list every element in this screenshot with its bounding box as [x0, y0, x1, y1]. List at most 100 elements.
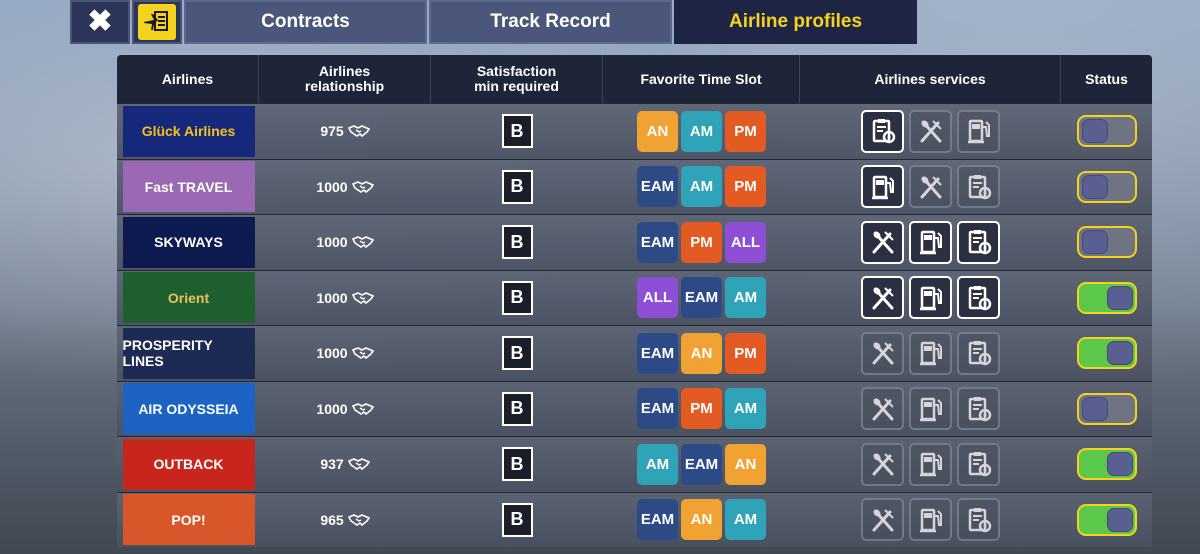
time-slot-badge: PM: [725, 332, 766, 374]
relationship-cell: 937: [259, 437, 431, 492]
table-row: POP! 965 B EAM AN AM: [117, 491, 1152, 548]
time-slot-badge: EAM: [637, 388, 678, 430]
airline-logo[interactable]: AIR ODYSSEIA: [122, 383, 255, 435]
fork-knife-icon: [917, 172, 945, 202]
clipboard-icon: [965, 394, 993, 424]
service-fuel-pump-button[interactable]: [909, 498, 952, 542]
service-clipboard-button[interactable]: [957, 220, 1000, 264]
airline-name: OUTBACK: [153, 456, 224, 473]
schedule-button[interactable]: [132, 0, 182, 44]
service-fork-knife-button[interactable]: [909, 109, 952, 153]
airline-logo[interactable]: Fast TRAVEL: [122, 161, 255, 213]
status-toggle[interactable]: [1076, 281, 1137, 314]
airline-logo[interactable]: Glück Airlines: [122, 105, 255, 157]
satisfaction-grade: B: [501, 280, 533, 315]
service-clipboard-button[interactable]: [957, 276, 1000, 320]
service-fuel-pump-button[interactable]: [909, 387, 952, 431]
status-toggle[interactable]: [1076, 115, 1137, 148]
header-services: Airlines services: [800, 55, 1061, 103]
header-time-slot: Favorite Time Slot: [603, 55, 800, 103]
airline-logo[interactable]: PROSPERITY LINES: [122, 327, 255, 379]
fork-knife-icon: [869, 338, 897, 368]
time-slot-badge: PM: [681, 388, 722, 430]
service-fuel-pump-button[interactable]: [909, 276, 952, 320]
status-toggle[interactable]: [1076, 337, 1137, 370]
close-button[interactable]: ✖: [70, 0, 130, 44]
service-fuel-pump-button[interactable]: [957, 109, 1000, 153]
table-row: OUTBACK 937 B AM EAM AN: [117, 436, 1152, 492]
time-slot-badge: PM: [725, 110, 766, 152]
time-slot-cell: EAM PM AM: [603, 382, 800, 437]
relationship-value: 1000: [316, 400, 348, 417]
time-slot-badge: EAM: [637, 332, 678, 374]
table-row: PROSPERITY LINES 1000 B EAM AN PM: [117, 325, 1152, 381]
satisfaction-cell: B: [431, 382, 603, 437]
airline-logo[interactable]: Orient: [122, 272, 255, 324]
service-clipboard-button[interactable]: [957, 165, 1000, 209]
service-fuel-pump-button[interactable]: [909, 442, 952, 486]
service-fork-knife-button[interactable]: [861, 220, 904, 264]
satisfaction-grade: B: [501, 447, 533, 482]
status-toggle[interactable]: [1076, 392, 1137, 425]
relationship-cell: 965: [259, 493, 431, 548]
service-clipboard-button[interactable]: [957, 442, 1000, 486]
airline-name: Orient: [167, 289, 210, 306]
status-toggle[interactable]: [1076, 170, 1137, 203]
satisfaction-grade: B: [501, 225, 533, 260]
time-slot-cell: ALL EAM AM: [603, 271, 800, 326]
tab-track-record[interactable]: Track Record: [429, 0, 672, 44]
fork-knife-icon: [917, 116, 945, 146]
service-fuel-pump-button[interactable]: [861, 165, 904, 209]
status-cell: [1061, 326, 1152, 381]
service-fork-knife-button[interactable]: [861, 276, 904, 320]
status-toggle[interactable]: [1076, 226, 1137, 259]
time-slot-cell: EAM AN PM: [603, 326, 800, 381]
satisfaction-grade: B: [501, 114, 533, 149]
airline-logo[interactable]: POP!: [122, 494, 255, 546]
service-clipboard-button[interactable]: [957, 387, 1000, 431]
time-slot-badge: AM: [725, 277, 766, 319]
toggle-knob: [1081, 230, 1108, 255]
service-fork-knife-button[interactable]: [909, 165, 952, 209]
relationship-cell: 1000: [259, 326, 431, 381]
fork-knife-icon: [869, 283, 897, 313]
status-toggle[interactable]: [1076, 448, 1137, 481]
toggle-knob: [1081, 396, 1108, 421]
service-fork-knife-button[interactable]: [861, 498, 904, 542]
tab-airline-profiles[interactable]: Airline profiles: [674, 0, 917, 44]
service-fork-knife-button[interactable]: [861, 442, 904, 486]
time-slot-badge: AM: [681, 110, 722, 152]
time-slot-badge: ALL: [725, 221, 766, 263]
fork-knife-icon: [869, 227, 897, 257]
service-clipboard-button[interactable]: [861, 109, 904, 153]
service-fuel-pump-button[interactable]: [909, 331, 952, 375]
clipboard-icon: [965, 338, 993, 368]
time-slot-badge: AM: [681, 166, 722, 208]
time-slot-badge: AN: [681, 499, 722, 541]
services-cell: [800, 382, 1061, 437]
airline-logo[interactable]: OUTBACK: [122, 438, 255, 490]
status-toggle[interactable]: [1076, 503, 1137, 536]
time-slot-badge: AM: [637, 443, 678, 485]
airline-profiles-table: Airlines Airlines relationship Satisfact…: [117, 55, 1152, 548]
satisfaction-cell: B: [431, 326, 603, 381]
tab-contracts[interactable]: Contracts: [184, 0, 427, 44]
service-fork-knife-button[interactable]: [861, 387, 904, 431]
airline-cell: SKYWAYS: [117, 215, 259, 270]
toggle-knob: [1106, 507, 1133, 532]
services-cell: [800, 493, 1061, 548]
relationship-value: 1000: [316, 178, 348, 195]
service-clipboard-button[interactable]: [957, 498, 1000, 542]
service-clipboard-button[interactable]: [957, 331, 1000, 375]
airline-logo[interactable]: SKYWAYS: [122, 216, 255, 268]
time-slot-badge: ALL: [637, 277, 678, 319]
satisfaction-cell: B: [431, 215, 603, 270]
status-cell: [1061, 382, 1152, 437]
handshake-icon: [351, 291, 374, 304]
clipboard-icon: [965, 449, 993, 479]
table-header: Airlines Airlines relationship Satisfact…: [117, 55, 1152, 103]
service-fuel-pump-button[interactable]: [909, 220, 952, 264]
satisfaction-grade: B: [501, 502, 533, 537]
service-fork-knife-button[interactable]: [861, 331, 904, 375]
airline-cell: PROSPERITY LINES: [117, 326, 259, 381]
